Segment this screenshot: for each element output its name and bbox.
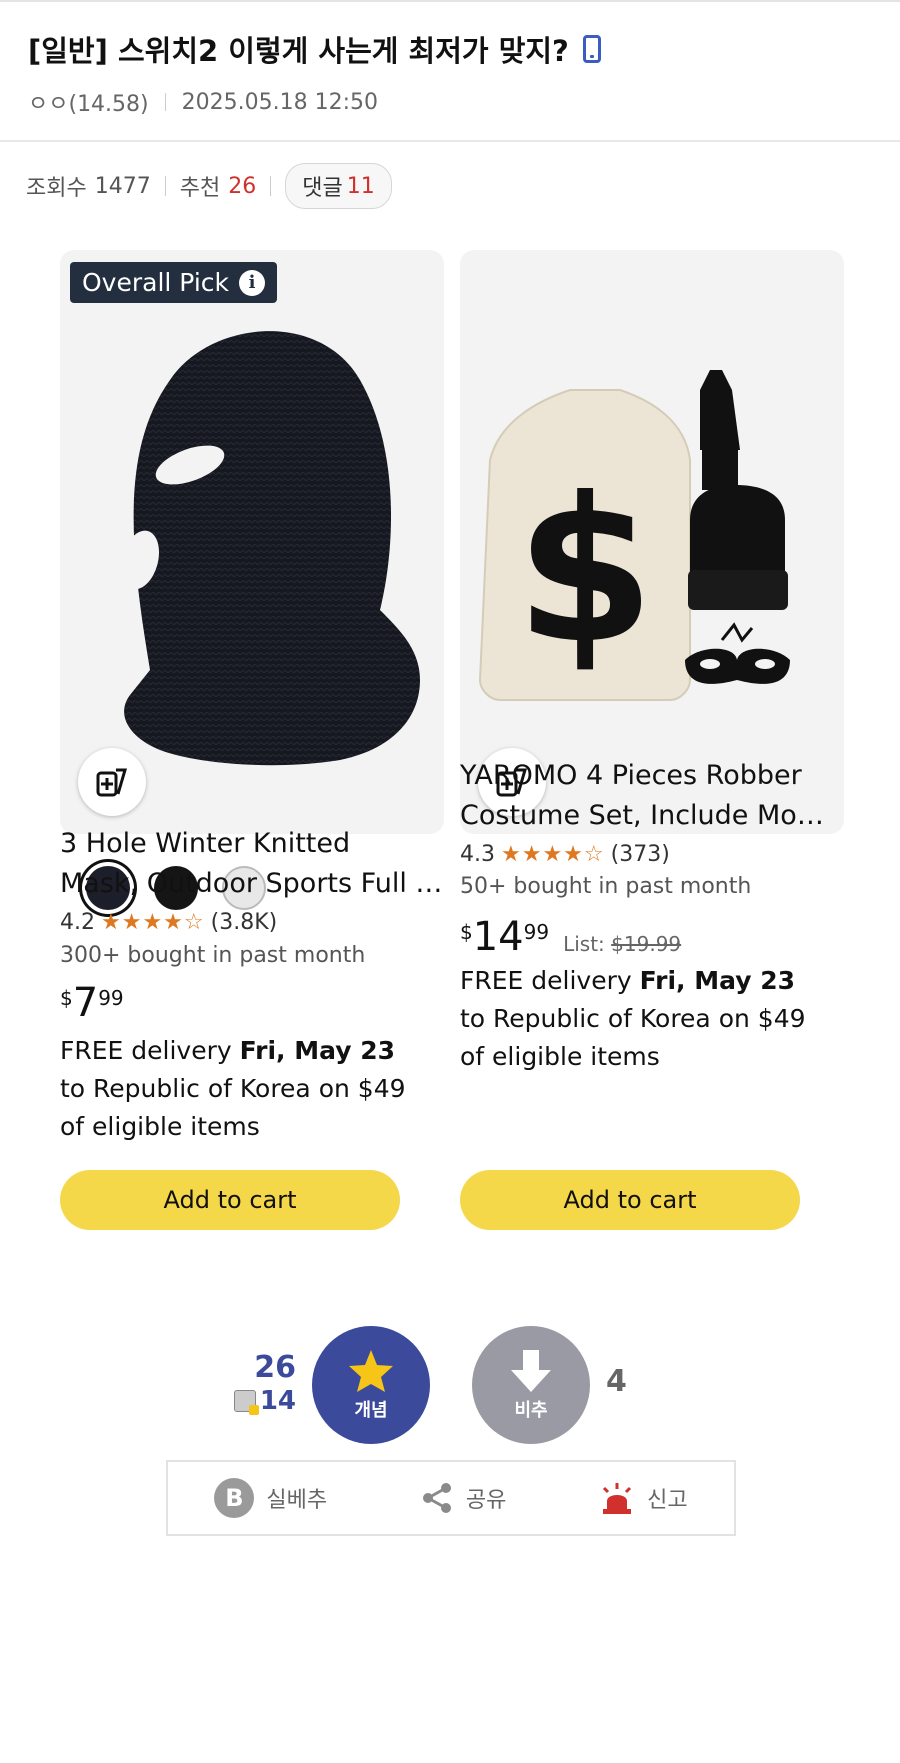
post-title: [일반] 스위치2 이렇게 사는게 최저가 맞지?	[28, 28, 601, 70]
price-balaclava: $ 7 99	[60, 980, 124, 1026]
stats-divider	[164, 176, 166, 196]
product-title-balaclava[interactable]: 3 Hole Winter Knitted Mask, Outdoor Spor…	[60, 824, 450, 904]
delivery-prefix: FREE delivery	[60, 1036, 240, 1065]
delivery-info: FREE delivery Fri, May 23 to Republic of…	[60, 1032, 420, 1146]
delivery-rest: to Republic of Korea on $49 of eligible …	[60, 1074, 406, 1141]
report-label: 신고	[647, 1488, 688, 1513]
upvote-button[interactable]: 개념	[312, 1326, 430, 1444]
share-icon	[422, 1483, 451, 1513]
upvote-label: 개념	[354, 1400, 388, 1421]
product-title-line: Mask, Outdoor Sports Full Face Mask	[60, 868, 450, 899]
delivery-info: FREE delivery Fri, May 23 to Republic of…	[460, 962, 820, 1076]
product-screenshot: Overall Pick i $ 3 Hole Winter Knitted M…	[0, 230, 900, 1390]
delivery-date: Fri, May 23	[639, 966, 795, 995]
product-image-balaclava[interactable]: Overall Pick i	[60, 250, 444, 834]
bought-count: 300+ bought in past month	[60, 943, 366, 968]
star-icon	[349, 1350, 393, 1392]
price-currency: $	[460, 920, 473, 944]
balaclava-illustration	[108, 331, 421, 766]
share-label: 공유	[465, 1488, 507, 1513]
comments-label: 댓글	[302, 176, 343, 201]
list-price-value: $19.99	[611, 932, 682, 956]
recommend-label: 추천	[179, 176, 221, 201]
post-date: 2025.05.18 12:50	[181, 89, 378, 115]
downvote-button[interactable]: 비추	[472, 1326, 590, 1444]
product-title-line: YAROMO 4 Pieces Robber	[460, 760, 802, 791]
mobile-phone-icon	[582, 35, 601, 63]
list-price-label: List:	[563, 932, 605, 956]
views-count: 1477	[94, 173, 151, 199]
comments-button[interactable]: 댓글 11	[285, 163, 392, 209]
report-button[interactable]: 신고	[599, 1481, 688, 1515]
post-title-text: [일반] 스위치2 이렇게 사는게 최저가 맞지?	[28, 34, 569, 68]
siren-icon	[603, 1483, 632, 1514]
rating-balaclava[interactable]: 4.2 ★★★★☆ (3.8K)	[60, 910, 277, 935]
star-rating-icon: ★★★★☆	[501, 842, 605, 867]
rating-robber-set[interactable]: 4.3 ★★★★☆ (373)	[460, 842, 670, 867]
rating-value: 4.3	[460, 842, 495, 867]
price-robber-set: $ 14 99 List: $19.99	[460, 914, 681, 960]
best-b-icon: B	[214, 1478, 255, 1518]
best-recommend-label: 실베추	[266, 1488, 328, 1513]
add-to-cart-button-robber-set[interactable]: Add to cart	[460, 1170, 800, 1230]
arrow-down-icon	[511, 1350, 551, 1392]
product-image-robber-set[interactable]: $	[460, 250, 844, 834]
list-price: List: $19.99	[563, 932, 681, 956]
compare-icon[interactable]	[78, 748, 146, 816]
delivery-date: Fri, May 23	[239, 1036, 395, 1065]
header-divider	[0, 140, 900, 142]
rating-value: 4.2	[60, 910, 95, 935]
price-fraction: 99	[98, 986, 124, 1010]
robber-set-illustration: $	[478, 370, 790, 701]
post-meta: ㅇㅇ(14.58) 2025.05.18 12:50	[28, 86, 378, 118]
fixed-user-icon	[233, 1390, 259, 1415]
downvote-label: 비추	[514, 1400, 548, 1421]
product-title-line: 3 Hole Winter Knitted	[60, 828, 351, 859]
bought-count: 50+ bought in past month	[460, 874, 752, 899]
top-divider	[0, 0, 900, 6]
post-author[interactable]: ㅇㅇ(14.58)	[28, 86, 149, 118]
price-currency: $	[60, 986, 73, 1010]
price-whole: 14	[472, 914, 524, 960]
price-whole: 7	[72, 980, 99, 1026]
fixed-vote-count: 14	[226, 1386, 296, 1416]
downvote-count: 4	[606, 1364, 627, 1399]
review-count: (373)	[610, 842, 670, 867]
comments-count: 11	[346, 173, 375, 199]
review-count: (3.8K)	[210, 910, 278, 935]
post-stats: 조회수 1477 추천 26 댓글 11	[26, 163, 392, 209]
svg-text:$: $	[515, 455, 654, 688]
recommend-count: 26	[228, 173, 257, 199]
add-to-cart-button-balaclava[interactable]: Add to cart	[60, 1170, 400, 1230]
views-label: 조회수	[26, 176, 87, 201]
post-action-bar: B 실베추 공유 신고	[166, 1460, 736, 1536]
stats-divider	[270, 176, 272, 196]
product-title-line: Costume Set, Include Money Bag	[460, 800, 830, 831]
product-title-robber-set[interactable]: YAROMO 4 Pieces Robber Costume Set, Incl…	[460, 756, 830, 836]
fixed-vote-number: 14	[259, 1386, 296, 1416]
price-fraction: 99	[523, 920, 550, 944]
upvote-count: 26	[254, 1350, 296, 1385]
best-recommend-button[interactable]: B 실베추	[214, 1478, 327, 1518]
star-rating-icon: ★★★★☆	[101, 910, 205, 935]
share-button[interactable]: 공유	[420, 1481, 506, 1515]
meta-divider	[164, 93, 166, 111]
delivery-rest: to Republic of Korea on $49 of eligible …	[460, 1004, 806, 1071]
delivery-prefix: FREE delivery	[460, 966, 640, 995]
